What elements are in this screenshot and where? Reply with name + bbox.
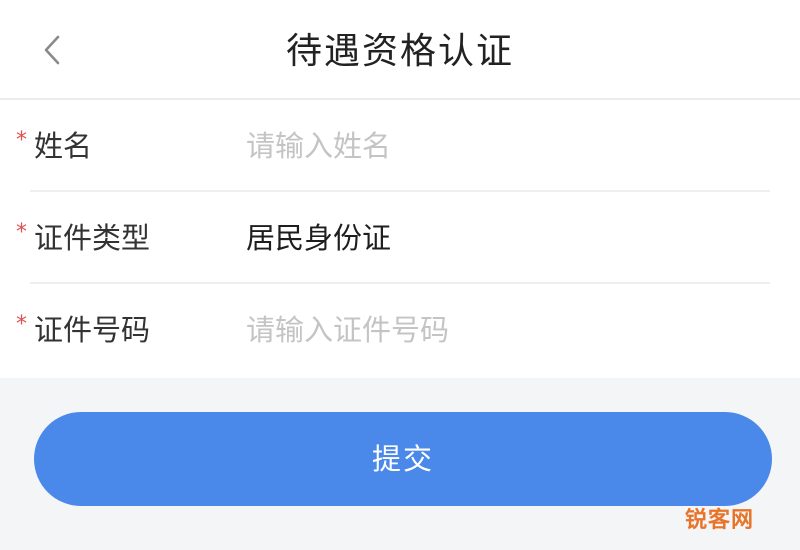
auth-form: * 姓名 * 证件类型 居民身份证 * 证件号码: [0, 100, 800, 378]
form-row-id-number: * 证件号码: [0, 284, 800, 376]
form-row-name: * 姓名: [0, 100, 800, 192]
watermark: 锐客网: [684, 508, 754, 533]
name-label: 姓名: [34, 129, 93, 163]
form-row-id-type: * 证件类型 居民身份证: [0, 192, 800, 284]
id-number-input[interactable]: [246, 306, 746, 354]
screen: 待遇资格认证 * 姓名 * 证件类型 居民身份证 * 证件号码 提交 锐客网: [0, 0, 800, 550]
id-type-label: 证件类型: [34, 221, 151, 255]
page-title: 待遇资格认证: [285, 31, 514, 72]
id-number-label: 证件号码: [34, 313, 151, 347]
required-mark: *: [16, 220, 27, 245]
submit-button[interactable]: 提交: [34, 412, 772, 506]
name-input[interactable]: [246, 122, 746, 170]
required-mark: *: [16, 312, 27, 337]
id-type-select[interactable]: 居民身份证: [246, 192, 391, 284]
required-mark: *: [16, 128, 27, 153]
nav-bar: 待遇资格认证: [0, 0, 800, 100]
